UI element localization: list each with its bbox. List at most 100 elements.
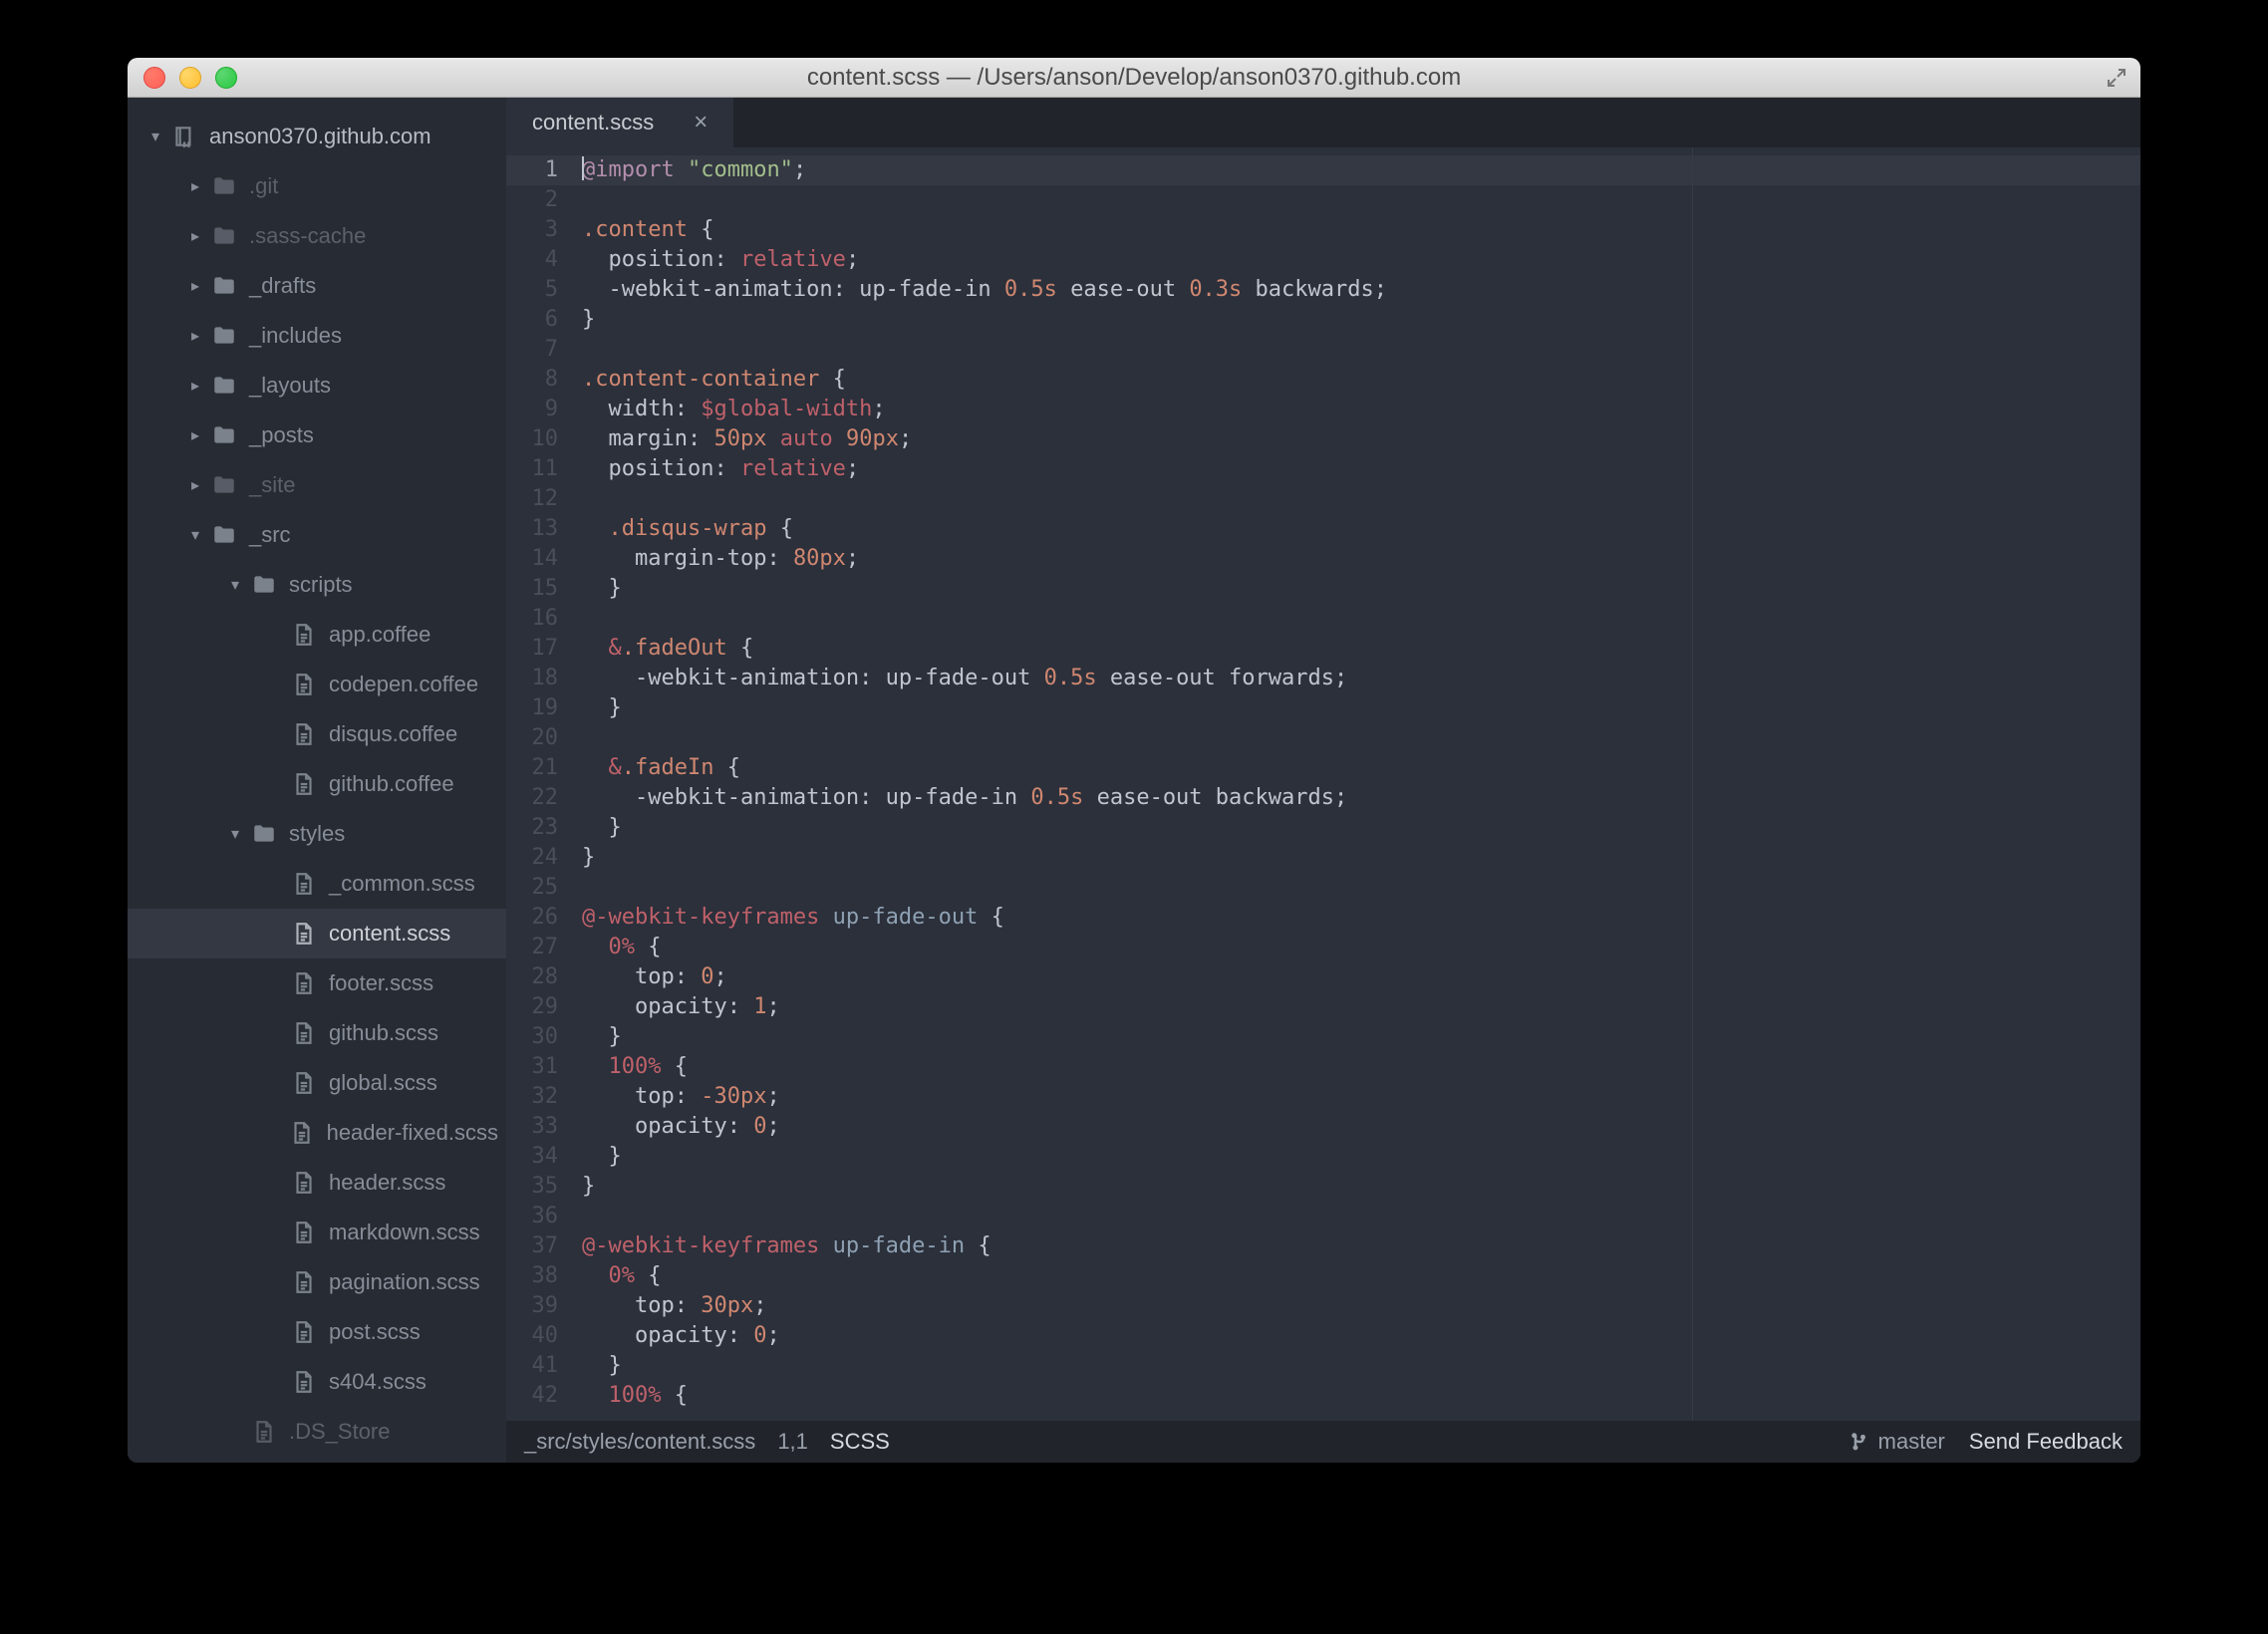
tab-bar[interactable]: content.scss×: [506, 98, 2140, 147]
code-line[interactable]: }: [582, 1142, 2140, 1172]
code-line[interactable]: margin: 50px auto 90px;: [582, 424, 2140, 454]
code-line[interactable]: -webkit-animation: up-fade-out 0.5s ease…: [582, 664, 2140, 693]
code-line[interactable]: }: [582, 1172, 2140, 1202]
chevron-right-icon[interactable]: ▸: [187, 276, 203, 296]
line-number[interactable]: 6: [506, 305, 558, 335]
code-line[interactable]: }: [582, 305, 2140, 335]
line-number[interactable]: 19: [506, 693, 558, 723]
line-number[interactable]: 42: [506, 1381, 558, 1411]
code-line[interactable]: }: [582, 1022, 2140, 1052]
code-line[interactable]: .content-container {: [582, 365, 2140, 395]
chevron-down-icon[interactable]: ▾: [187, 525, 203, 545]
code-line[interactable]: top: 30px;: [582, 1291, 2140, 1321]
code-line[interactable]: [582, 723, 2140, 753]
tree-folder[interactable]: ▸_layouts: [128, 361, 506, 410]
code-line[interactable]: top: -30px;: [582, 1082, 2140, 1112]
chevron-right-icon[interactable]: ▸: [187, 376, 203, 396]
line-number[interactable]: 15: [506, 574, 558, 604]
line-number[interactable]: 30: [506, 1022, 558, 1052]
line-number[interactable]: 3: [506, 215, 558, 245]
status-file-path[interactable]: _src/styles/content.scss: [524, 1429, 755, 1455]
code-line[interactable]: 100% {: [582, 1381, 2140, 1411]
line-number[interactable]: 25: [506, 873, 558, 903]
code-line[interactable]: position: relative;: [582, 245, 2140, 275]
line-number[interactable]: 39: [506, 1291, 558, 1321]
line-number[interactable]: 27: [506, 933, 558, 962]
status-cursor-position[interactable]: 1,1: [777, 1429, 808, 1455]
code-line[interactable]: position: relative;: [582, 454, 2140, 484]
code-line[interactable]: @import "common";: [568, 155, 2140, 185]
tree-folder[interactable]: ▸.git: [128, 161, 506, 211]
tree-file[interactable]: ▸disqus.coffee: [128, 709, 506, 759]
chevron-right-icon[interactable]: ▸: [187, 425, 203, 445]
code-line[interactable]: &.fadeIn {: [582, 753, 2140, 783]
line-number[interactable]: 34: [506, 1142, 558, 1172]
line-number[interactable]: 21: [506, 753, 558, 783]
line-number[interactable]: 7: [506, 335, 558, 365]
tree-file[interactable]: ▸global.scss: [128, 1058, 506, 1108]
code-line[interactable]: .content {: [582, 215, 2140, 245]
send-feedback-link[interactable]: Send Feedback: [1969, 1429, 2123, 1455]
chevron-down-icon[interactable]: ▾: [227, 824, 243, 844]
tree-folder[interactable]: ▾scripts: [128, 560, 506, 610]
line-number[interactable]: 22: [506, 783, 558, 813]
tree-folder[interactable]: ▸_includes: [128, 311, 506, 361]
line-number[interactable]: 20: [506, 723, 558, 753]
line-number[interactable]: 26: [506, 903, 558, 933]
line-number[interactable]: 37: [506, 1231, 558, 1261]
git-branch[interactable]: master: [1850, 1429, 1945, 1455]
chevron-right-icon[interactable]: ▸: [187, 176, 203, 196]
code-line[interactable]: 0% {: [582, 933, 2140, 962]
tree-file[interactable]: ▸footer.scss: [128, 958, 506, 1008]
line-number[interactable]: 36: [506, 1202, 558, 1231]
line-number[interactable]: 32: [506, 1082, 558, 1112]
tree-file[interactable]: ▸content.scss: [128, 909, 506, 958]
fullscreen-icon[interactable]: [2105, 66, 2128, 90]
line-number[interactable]: 14: [506, 544, 558, 574]
line-number[interactable]: 5: [506, 275, 558, 305]
tree-folder[interactable]: ▸_drafts: [128, 261, 506, 311]
line-number[interactable]: 1: [506, 155, 568, 185]
tree-file[interactable]: ▸pagination.scss: [128, 1257, 506, 1307]
tree-file[interactable]: ▸codepen.coffee: [128, 660, 506, 709]
code-line[interactable]: -webkit-animation: up-fade-in 0.5s ease-…: [582, 275, 2140, 305]
line-number[interactable]: 8: [506, 365, 558, 395]
code-line[interactable]: @-webkit-keyframes up-fade-in {: [582, 1231, 2140, 1261]
chevron-right-icon[interactable]: ▸: [187, 326, 203, 346]
tree-file[interactable]: ▸header.scss: [128, 1158, 506, 1208]
code-line[interactable]: opacity: 0;: [582, 1321, 2140, 1351]
code-line[interactable]: }: [582, 574, 2140, 604]
tree-root[interactable]: ▾anson0370.github.com: [128, 112, 506, 161]
line-number[interactable]: 2: [506, 185, 558, 215]
line-number[interactable]: 16: [506, 604, 558, 634]
code-line[interactable]: [582, 873, 2140, 903]
tree-folder[interactable]: ▾_src: [128, 510, 506, 560]
tree-folder[interactable]: ▸_posts: [128, 410, 506, 460]
line-number[interactable]: 12: [506, 484, 558, 514]
line-number[interactable]: 24: [506, 843, 558, 873]
tree-file[interactable]: ▸github.coffee: [128, 759, 506, 809]
code-line[interactable]: }: [582, 843, 2140, 873]
line-number[interactable]: 13: [506, 514, 558, 544]
code-line[interactable]: &.fadeOut {: [582, 634, 2140, 664]
line-number[interactable]: 33: [506, 1112, 558, 1142]
code-area[interactable]: @import "common"; .content { position: r…: [568, 147, 2140, 1421]
close-window-button[interactable]: [143, 67, 165, 89]
code-editor[interactable]: 1234567891011121314151617181920212223242…: [506, 147, 2140, 1421]
line-number[interactable]: 41: [506, 1351, 558, 1381]
file-tree-sidebar[interactable]: ▾anson0370.github.com▸.git▸.sass-cache▸_…: [128, 98, 506, 1463]
tree-folder[interactable]: ▾styles: [128, 809, 506, 859]
code-line[interactable]: [582, 484, 2140, 514]
line-number[interactable]: 38: [506, 1261, 558, 1291]
line-number[interactable]: 28: [506, 962, 558, 992]
code-line[interactable]: 0% {: [582, 1261, 2140, 1291]
line-number[interactable]: 40: [506, 1321, 558, 1351]
line-number[interactable]: 11: [506, 454, 558, 484]
tree-file[interactable]: ▸markdown.scss: [128, 1208, 506, 1257]
tree-file[interactable]: ▸header-fixed.scss: [128, 1108, 506, 1158]
titlebar[interactable]: content.scss — /Users/anson/Develop/anso…: [128, 58, 2140, 98]
code-line[interactable]: opacity: 0;: [582, 1112, 2140, 1142]
line-number[interactable]: 17: [506, 634, 558, 664]
line-number[interactable]: 18: [506, 664, 558, 693]
tree-file[interactable]: ▸github.scss: [128, 1008, 506, 1058]
